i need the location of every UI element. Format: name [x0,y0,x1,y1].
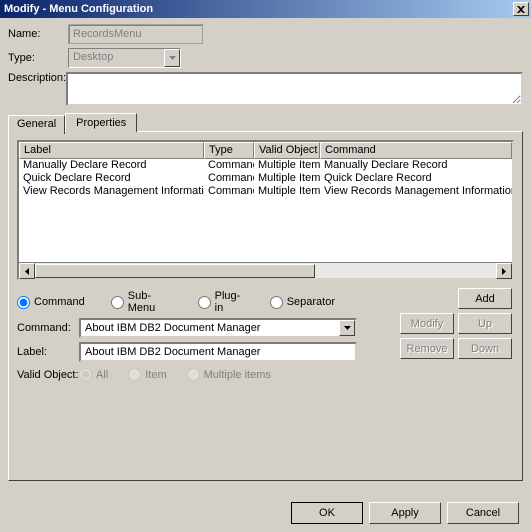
modify-button[interactable]: Modify [400,313,454,334]
col-type[interactable]: Type [204,142,254,159]
tab-properties[interactable]: Properties [65,113,137,132]
tab-general[interactable]: General [8,115,65,134]
tab-panel-properties: Label Type Valid Object Command Manually… [8,131,523,481]
type-select: Desktop [68,48,181,68]
label-field[interactable] [79,342,357,362]
cell: Multiple Items [254,185,320,198]
radio-submenu[interactable]: Sub-Menu [111,290,172,314]
h-scrollbar[interactable] [19,262,512,278]
scroll-thumb[interactable] [35,264,315,278]
cell: Command [204,185,254,198]
cell: Command [204,159,254,172]
cell: Manually Declare Record [320,159,512,172]
apply-button[interactable]: Apply [369,502,441,524]
mode-radio-group: Command Sub-Menu Plug-in Separator [17,290,357,314]
cell: View Records Management Information [320,185,512,198]
scroll-right-icon[interactable] [496,263,512,279]
cell: Quick Declare Record [19,172,204,185]
cell: Quick Declare Record [320,172,512,185]
titlebar: Modify - Menu Configuration [0,0,531,18]
cell: Command [204,172,254,185]
name-label: Name: [8,28,68,40]
table-row[interactable]: Manually Declare Record Command Multiple… [19,159,512,172]
col-label[interactable]: Label [19,142,204,159]
remove-button[interactable]: Remove [400,338,454,359]
up-button[interactable]: Up [458,313,512,334]
type-value: Desktop [69,49,164,67]
col-command[interactable]: Command [320,142,512,159]
description-label: Description: [8,72,66,84]
label-label: Label: [17,346,79,358]
down-button[interactable]: Down [458,338,512,359]
chevron-down-icon [164,49,180,67]
type-label: Type: [8,52,68,64]
scroll-track[interactable] [35,263,496,278]
table-row[interactable]: Quick Declare Record Command Multiple It… [19,172,512,185]
commands-grid[interactable]: Label Type Valid Object Command Manually… [17,140,514,280]
close-button[interactable] [513,2,529,16]
command-select[interactable]: About IBM DB2 Document Manager [79,318,357,338]
cell: Multiple Items [254,172,320,185]
cell: View Records Management Information [19,185,204,198]
window-title: Modify - Menu Configuration [2,3,513,15]
radio-all: All [79,368,108,381]
cell: Manually Declare Record [19,159,204,172]
cell: Multiple Items [254,159,320,172]
add-button[interactable]: Add [458,288,512,309]
description-field[interactable] [66,72,523,106]
chevron-down-icon[interactable] [339,320,355,336]
grid-header: Label Type Valid Object Command [19,142,512,159]
radio-multiple: Multiple items [187,368,271,381]
radio-command[interactable]: Command [17,296,85,309]
valid-object-label: Valid Object: [17,369,79,381]
col-valid[interactable]: Valid Object [254,142,320,159]
scroll-left-icon[interactable] [19,263,35,279]
radio-separator[interactable]: Separator [270,296,335,309]
name-field [68,24,203,44]
cancel-button[interactable]: Cancel [447,502,519,524]
radio-item: Item [128,368,166,381]
radio-plugin[interactable]: Plug-in [198,290,244,314]
ok-button[interactable]: OK [291,502,363,524]
command-value: About IBM DB2 Document Manager [81,321,339,335]
table-row[interactable]: View Records Management Information Comm… [19,185,512,198]
command-label: Command: [17,322,79,334]
